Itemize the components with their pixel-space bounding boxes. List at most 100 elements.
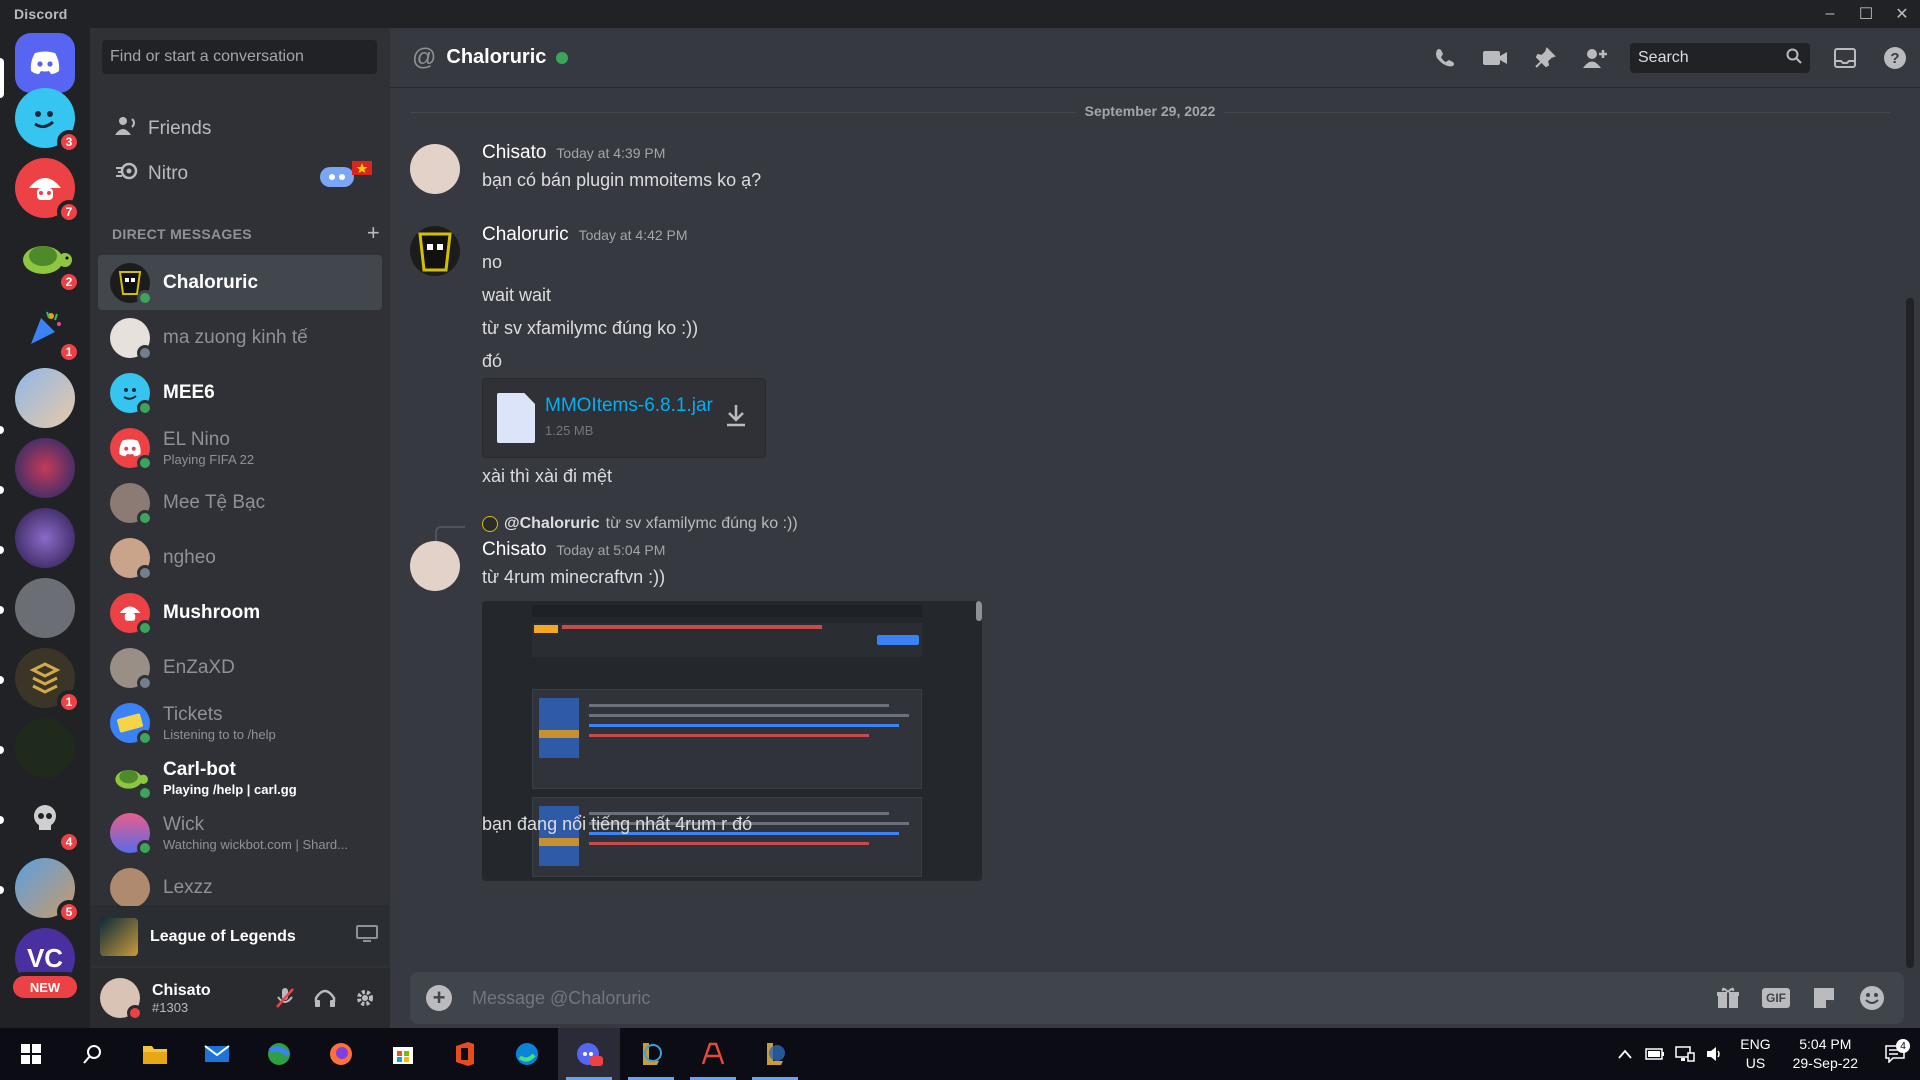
nitro-nav[interactable]: Nitro bbox=[98, 149, 382, 199]
game-activity-bar[interactable]: League of Legends bbox=[90, 906, 390, 966]
clock[interactable]: 5:04 PM 29-Sep-22 bbox=[1793, 1035, 1858, 1073]
attachment-filename[interactable]: MMOItems-6.8.1.jar bbox=[545, 395, 713, 417]
headphones-icon[interactable] bbox=[308, 981, 342, 1015]
avatar bbox=[110, 702, 153, 746]
download-icon[interactable] bbox=[725, 403, 747, 434]
file-explorer-icon[interactable] bbox=[124, 1028, 186, 1080]
mention-badge: 7 bbox=[57, 200, 81, 224]
dm-item-wick[interactable]: Wick Watching wickbot.com | Shard... bbox=[98, 805, 382, 860]
server-anime[interactable] bbox=[15, 368, 75, 428]
edge-icon[interactable] bbox=[496, 1028, 558, 1080]
dm-item-mee-te-bac[interactable]: Mee Tệ Bạc bbox=[98, 475, 382, 530]
dm-name: MEE6 bbox=[163, 381, 215, 403]
dm-item-el-nino[interactable]: EL Nino Playing FIFA 22 bbox=[98, 420, 382, 475]
sticker-icon[interactable] bbox=[1804, 978, 1844, 1018]
server-dark[interactable] bbox=[15, 718, 75, 778]
gift-icon[interactable] bbox=[1708, 978, 1748, 1018]
image-attachment[interactable] bbox=[482, 601, 982, 881]
network-icon[interactable] bbox=[1670, 1046, 1700, 1062]
author-name[interactable]: Chaloruric bbox=[482, 224, 569, 246]
mute-mic-icon[interactable] bbox=[268, 981, 302, 1015]
author-avatar[interactable] bbox=[410, 144, 460, 194]
office-icon[interactable] bbox=[434, 1028, 496, 1080]
close-button[interactable]: ✕ bbox=[1884, 0, 1920, 28]
screen-share-icon[interactable] bbox=[356, 925, 378, 948]
emoji-icon[interactable] bbox=[1852, 978, 1892, 1018]
server-grey[interactable] bbox=[15, 578, 75, 638]
dm-item-mushroom[interactable]: Mushroom bbox=[98, 585, 382, 640]
create-dm-button[interactable]: + bbox=[367, 222, 380, 244]
help-icon[interactable]: ? bbox=[1870, 33, 1920, 83]
video-call-icon[interactable] bbox=[1470, 33, 1520, 83]
show-hidden-icons-chevron-icon[interactable] bbox=[1610, 1049, 1640, 1059]
dm-item-ngheo[interactable]: ngheo bbox=[98, 530, 382, 585]
screenshot-post-rank bbox=[539, 838, 579, 846]
message-timestamp: Today at 4:39 PM bbox=[556, 145, 666, 161]
server-skull[interactable]: 4 bbox=[15, 788, 81, 854]
pin-icon[interactable] bbox=[1520, 33, 1570, 83]
server-person[interactable]: 5 bbox=[15, 858, 81, 924]
dm-item-mee6[interactable]: MEE6 bbox=[98, 365, 382, 420]
input-language[interactable]: ENG US bbox=[1740, 1035, 1770, 1073]
header-search-input[interactable]: Search bbox=[1630, 43, 1810, 73]
discord-taskbar-icon[interactable] bbox=[558, 1028, 620, 1080]
attach-plus-button[interactable]: + bbox=[426, 985, 452, 1011]
message-input[interactable]: Message @Chaloruric bbox=[472, 988, 1708, 1009]
server-purple[interactable] bbox=[15, 508, 75, 568]
search-icon[interactable] bbox=[62, 1028, 124, 1080]
avatar bbox=[110, 372, 153, 416]
server-blue[interactable] bbox=[15, 438, 75, 498]
discord-logo-icon bbox=[30, 51, 60, 74]
nitro-icon bbox=[114, 160, 148, 188]
mail-icon[interactable] bbox=[186, 1028, 248, 1080]
volume-icon[interactable] bbox=[1700, 1046, 1730, 1062]
file-icon bbox=[497, 393, 535, 443]
settings-gear-icon[interactable] bbox=[348, 981, 382, 1015]
gif-icon[interactable]: GIF bbox=[1756, 978, 1796, 1018]
mention-badge: 3 bbox=[57, 130, 81, 154]
reply-reference[interactable]: @Chaloruric từ sv xfamilymc đúng ko :)) bbox=[482, 515, 798, 533]
home-button[interactable] bbox=[15, 33, 75, 93]
maximize-button[interactable]: ☐ bbox=[1848, 0, 1884, 28]
server-mushroom[interactable]: 7 bbox=[15, 158, 81, 224]
server-turtle[interactable]: 2 bbox=[15, 228, 81, 294]
dm-item-carl-bot[interactable]: Carl-bot Playing /help | carl.gg bbox=[98, 750, 382, 805]
dm-name: Carl-bot bbox=[163, 758, 236, 780]
dm-item-ma-zuong[interactable]: ma zuong kinh tế bbox=[98, 310, 382, 365]
server-party[interactable]: 1 bbox=[15, 298, 81, 364]
dm-section-title: DIRECT MESSAGES bbox=[112, 226, 252, 242]
reply-snippet: từ sv xfamilymc đúng ko :)) bbox=[605, 515, 798, 532]
league-icon[interactable] bbox=[620, 1028, 682, 1080]
message-scrollbar[interactable] bbox=[1906, 298, 1914, 968]
dm-item-enzaxd[interactable]: EnZaXD bbox=[98, 640, 382, 695]
author-avatar[interactable] bbox=[410, 226, 460, 276]
author-avatar[interactable] bbox=[410, 541, 460, 591]
firefox-icon[interactable] bbox=[310, 1028, 372, 1080]
friends-nav[interactable]: Friends bbox=[98, 104, 382, 154]
battery-icon[interactable] bbox=[1640, 1048, 1670, 1060]
microsoft-store-icon[interactable] bbox=[372, 1028, 434, 1080]
browser-globe-icon[interactable] bbox=[248, 1028, 310, 1080]
add-friend-icon[interactable] bbox=[1570, 33, 1620, 83]
minimize-button[interactable]: – bbox=[1812, 0, 1848, 28]
dm-search-input[interactable]: Find or start a conversation bbox=[102, 40, 377, 74]
voice-call-icon[interactable] bbox=[1420, 33, 1470, 83]
screenshot-post-line bbox=[589, 734, 869, 737]
server-mee6[interactable]: 3 bbox=[15, 88, 81, 154]
author-name[interactable]: Chisato bbox=[482, 142, 546, 164]
league-client-icon[interactable] bbox=[744, 1028, 806, 1080]
author-name[interactable]: Chisato bbox=[482, 539, 546, 561]
party-popper-icon bbox=[31, 311, 61, 344]
screenshot-button bbox=[877, 635, 919, 645]
dm-item-tickets[interactable]: Tickets Listening to to /help bbox=[98, 695, 382, 750]
server-gold[interactable]: 1 bbox=[15, 648, 81, 714]
notifications-icon[interactable]: 4 bbox=[1870, 1039, 1920, 1063]
avatar bbox=[110, 427, 153, 471]
status-online bbox=[137, 289, 153, 306]
inbox-icon[interactable] bbox=[1820, 33, 1870, 83]
dm-item-chaloruric[interactable]: Chaloruric bbox=[98, 255, 382, 310]
start-windows-icon[interactable] bbox=[0, 1028, 62, 1080]
user-avatar[interactable] bbox=[100, 978, 143, 1021]
unread-pill bbox=[0, 606, 4, 614]
riot-client-icon[interactable] bbox=[682, 1028, 744, 1080]
